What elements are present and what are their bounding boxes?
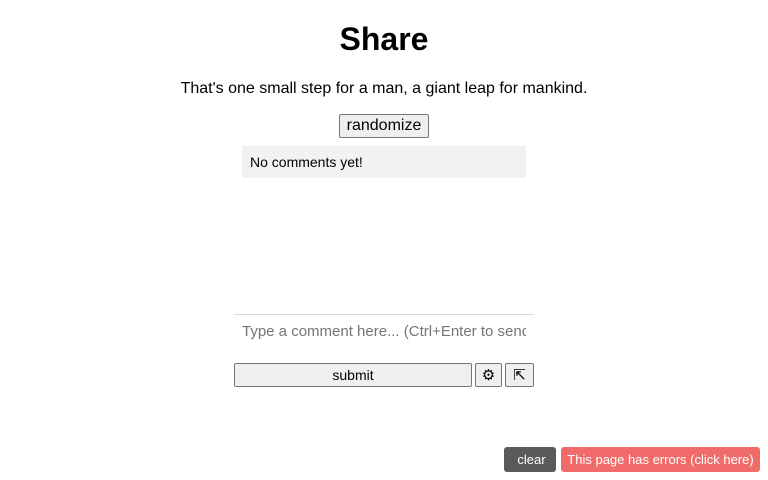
clear-label: clear: [517, 452, 546, 467]
composer-divider: [234, 314, 534, 315]
randomize-button[interactable]: randomize: [339, 114, 429, 138]
no-comments-message: No comments yet!: [250, 154, 363, 170]
comment-input[interactable]: [234, 316, 534, 346]
quote-text: That's one small step for a man, a giant…: [180, 80, 588, 97]
gear-icon[interactable]: ⚙: [475, 363, 502, 387]
clear-button[interactable]: clear: [504, 447, 556, 472]
page-errors-button[interactable]: This page has errors (click here): [561, 447, 760, 472]
page: Share That's one small step for a man, a…: [0, 0, 768, 480]
submit-button[interactable]: submit: [234, 363, 472, 387]
page-title: Share: [339, 21, 429, 57]
popout-icon[interactable]: ⇱: [505, 363, 534, 387]
comments-box: No comments yet!: [242, 146, 526, 178]
